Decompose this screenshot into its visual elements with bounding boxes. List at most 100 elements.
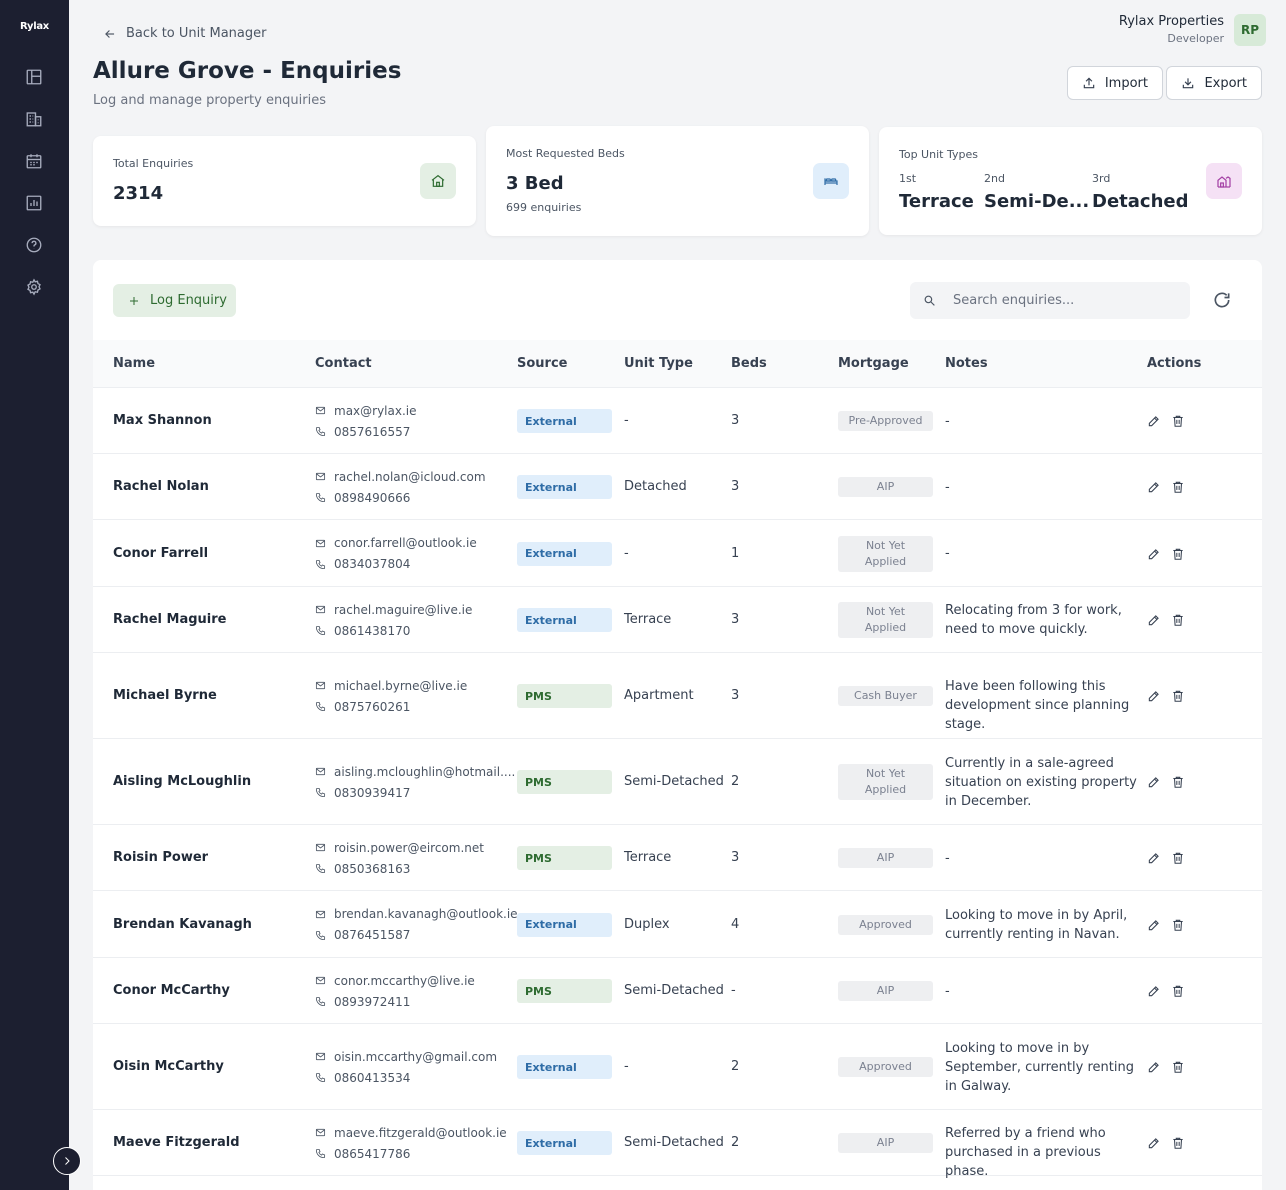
reports-icon[interactable] [24,193,44,213]
settings-icon[interactable] [24,277,44,297]
upload-icon [1083,77,1095,89]
delete-icon[interactable] [1171,984,1185,1002]
edit-icon[interactable] [1147,547,1161,565]
enquirer-name: Rachel Nolan [113,479,209,494]
delete-icon[interactable] [1171,480,1185,498]
phone-line[interactable]: 0861438170 [315,620,472,641]
notes: Relocating from 3 for work, need to move… [945,603,1122,637]
delete-icon[interactable] [1171,613,1185,631]
app-logo[interactable]: Rylax [0,21,69,32]
phone-line[interactable]: 0857616557 [315,421,417,442]
table-row[interactable]: Rachel Nolan rachel.nolan@icloud.com 08984… [93,454,1262,520]
log-enquiry-button[interactable]: Log Enquiry [113,284,236,317]
email: conor.farrell@outlook.ie [334,536,477,550]
delete-icon[interactable] [1171,851,1185,869]
dashboard-icon[interactable] [24,67,44,87]
email-line[interactable]: oisin.mccarthy@gmail.com [315,1046,497,1067]
delete-icon[interactable] [1171,414,1185,432]
rank-1-label: 1st [899,172,917,185]
phone-icon [315,492,326,503]
edit-icon[interactable] [1147,918,1161,936]
phone-line[interactable]: 0898490666 [315,487,486,508]
email-line[interactable]: rachel.maguire@live.ie [315,599,472,620]
buildings-icon[interactable] [24,109,44,129]
delete-icon[interactable] [1171,775,1185,793]
edit-icon[interactable] [1147,613,1161,631]
edit-icon[interactable] [1147,1060,1161,1078]
phone: 0850368163 [334,861,411,876]
refresh-button[interactable] [1212,290,1232,310]
calendar-icon[interactable] [24,151,44,171]
edit-icon[interactable] [1147,775,1161,793]
delete-icon[interactable] [1171,1136,1185,1154]
phone-line[interactable]: 0830939417 [315,782,515,803]
email-line[interactable]: brendan.kavanagh@outlook.ie [315,904,518,925]
edit-icon[interactable] [1147,1136,1161,1154]
search-icon [924,295,935,306]
table-row[interactable]: Maeve Fitzgerald maeve.fitzgerald@outlook… [93,1110,1262,1179]
edit-icon[interactable] [1147,851,1161,869]
phone-line[interactable]: 0860413534 [315,1067,497,1088]
edit-icon[interactable] [1147,689,1161,707]
export-button[interactable]: Export [1166,66,1262,100]
source-badge: PMS [517,770,612,794]
user-role: Developer [1167,32,1224,45]
table-row[interactable]: Conor Farrell conor.farrell@outlook.ie 083… [93,520,1262,587]
edit-icon[interactable] [1147,480,1161,498]
search-input[interactable] [953,293,1173,308]
mortgage-status-badge: Pre-Approved [838,411,933,431]
phone: 0861438170 [334,623,411,638]
column-header-mortgage[interactable]: Mortgage [838,356,909,371]
phone-line[interactable]: 0850368163 [315,858,484,879]
column-header-unit-type[interactable]: Unit Type [624,356,693,371]
user-info[interactable]: Rylax Properties Developer [1119,14,1224,45]
column-header-name[interactable]: Name [113,356,155,371]
row-actions [1147,851,1185,869]
column-header-source[interactable]: Source [517,356,567,371]
phone-line[interactable]: 0893972411 [315,991,475,1012]
table-row[interactable]: Michael Byrne michael.byrne@live.ie 087576… [93,653,1262,739]
table-row[interactable]: Roisin Power roisin.power@eircom.net 08503… [93,825,1262,891]
back-link[interactable]: Back to Unit Manager [103,26,266,41]
email-line[interactable]: michael.byrne@live.ie [315,675,467,696]
table-row[interactable]: Brendan Kavanagh brendan.kavanagh@outlook… [93,891,1262,958]
source-badge: PMS [517,684,612,708]
email-line[interactable]: conor.mccarthy@live.ie [315,970,475,991]
column-header-beds[interactable]: Beds [731,356,767,371]
delete-icon[interactable] [1171,547,1185,565]
delete-icon[interactable] [1171,689,1185,707]
phone-line[interactable]: 0876451587 [315,925,518,946]
unit-type: - [624,1059,629,1074]
edit-icon[interactable] [1147,414,1161,432]
notes: - [945,546,950,561]
help-icon[interactable] [24,235,44,255]
table-row[interactable]: Oisin McCarthy oisin.mccarthy@gmail.com 08… [93,1024,1262,1110]
phone-line[interactable]: 0875760261 [315,696,467,717]
unit-type: Detached [624,479,687,494]
table-row[interactable]: Conor McCarthy conor.mccarthy@live.ie 0893… [93,958,1262,1024]
row-actions [1147,414,1185,432]
beds: 4 [731,916,740,932]
delete-icon[interactable] [1171,1060,1185,1078]
mortgage-status-badge: AIP [838,1133,933,1153]
phone-line[interactable]: 0865417786 [315,1143,507,1164]
import-button[interactable]: Import [1066,66,1163,100]
column-header-notes[interactable]: Notes [945,356,988,371]
phone-icon [315,701,326,712]
email-line[interactable]: max@rylax.ie [315,400,417,421]
table-row[interactable]: Aisling McLoughlin aisling.mcloughlin@hot… [93,739,1262,825]
column-header-contact[interactable]: Contact [315,356,372,371]
requested-beds-label: Most Requested Beds [506,147,625,160]
table-row[interactable]: Rachel Maguire rachel.maguire@live.ie 0861… [93,587,1262,653]
table-row[interactable]: Max Shannon max@rylax.ie 0857616557 Externa… [93,388,1262,454]
edit-icon[interactable] [1147,984,1161,1002]
search-box[interactable] [910,282,1190,319]
delete-icon[interactable] [1171,918,1185,936]
email-line[interactable]: roisin.power@eircom.net [315,837,484,858]
phone-line[interactable]: 0834037804 [315,554,477,575]
email-line[interactable]: conor.farrell@outlook.ie [315,533,477,554]
email-line[interactable]: maeve.fitzgerald@outlook.ie [315,1122,507,1143]
email-line[interactable]: aisling.mcloughlin@hotmail.... [315,761,515,782]
email-line[interactable]: rachel.nolan@icloud.com [315,466,486,487]
avatar[interactable]: RP [1234,14,1266,46]
